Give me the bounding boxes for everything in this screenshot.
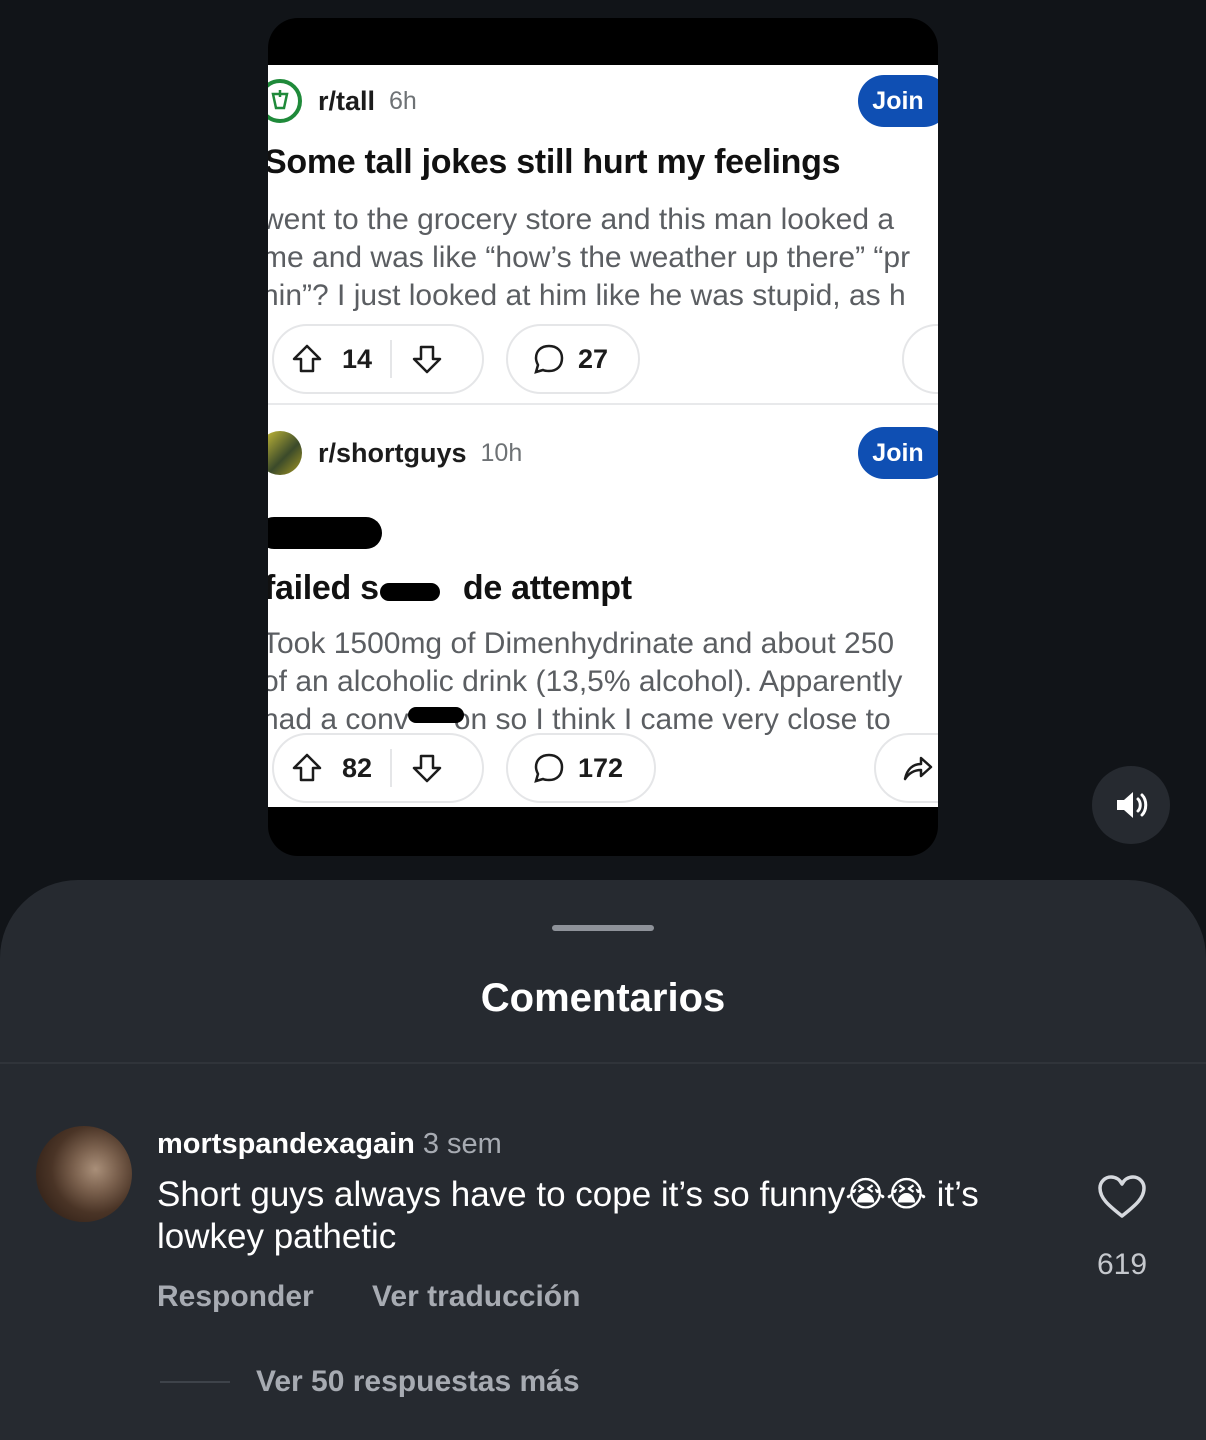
- post-shortguys: r/shortguys 10h Join failed s de attempt…: [268, 417, 938, 807]
- downvote-icon: [412, 345, 442, 374]
- share-pill: [902, 324, 938, 394]
- post-divider: [268, 403, 938, 405]
- post-body: Took 1500mg of Dimenhydrinate and about …: [268, 625, 938, 739]
- comment-icon: [534, 753, 564, 783]
- redaction-mark: [408, 707, 464, 723]
- comment-header: mortspandexagain 3 sem: [157, 1128, 502, 1161]
- heart-icon[interactable]: [1096, 1174, 1148, 1220]
- post-title: Some tall jokes still hurt my feelings: [268, 143, 841, 181]
- sound-toggle-button[interactable]: [1092, 766, 1170, 844]
- share-pill: [874, 733, 938, 803]
- comments-sheet[interactable]: Comentarios mortspandexagain 3 sem Short …: [0, 880, 1206, 1440]
- post-body-line: Took 1500mg of Dimenhydrinate and about …: [268, 627, 895, 660]
- reply-button[interactable]: Responder: [157, 1280, 314, 1313]
- media-viewer[interactable]: r/tall 6h Join Some tall jokes still hur…: [268, 18, 938, 856]
- comment-count: 27: [578, 343, 609, 374]
- comment-pill: 27: [506, 324, 640, 394]
- downvote-icon: [412, 754, 442, 783]
- share-icon: [903, 756, 933, 781]
- view-more-replies-button[interactable]: Ver 50 respuestas más: [256, 1365, 580, 1399]
- subreddit-icon: [268, 79, 302, 123]
- upvote-icon: [292, 344, 322, 373]
- sheet-title: Comentarios: [480, 976, 726, 1020]
- translate-button[interactable]: Ver traducción: [372, 1280, 580, 1313]
- post-tall: r/tall 6h Join Some tall jokes still hur…: [268, 65, 938, 405]
- redaction-mark: [380, 583, 440, 601]
- sheet-grab-handle[interactable]: [552, 925, 654, 931]
- join-button: Join: [858, 427, 938, 479]
- comment-username[interactable]: mortspandexagain: [157, 1128, 415, 1160]
- post-header: r/shortguys 10h: [268, 431, 523, 475]
- avatar[interactable]: [36, 1126, 132, 1222]
- post-time: 6h: [389, 86, 417, 115]
- subreddit-name: r/tall: [318, 85, 376, 116]
- comment-pill: 172: [506, 733, 656, 803]
- speaker-icon: [1117, 792, 1148, 818]
- reddit-screenshot: r/tall 6h Join Some tall jokes still hur…: [268, 65, 938, 807]
- comment-time: 3 sem: [422, 1128, 502, 1160]
- redaction-mark: [268, 517, 382, 549]
- upvote-icon: [292, 753, 322, 782]
- post-time: 10h: [480, 438, 523, 467]
- post-body-line: of an alcoholic drink (13,5% alcohol). A…: [268, 665, 903, 698]
- comment-count: 172: [578, 752, 624, 783]
- post-body: went to the grocery store and this man l…: [268, 201, 938, 315]
- replies-line: [160, 1381, 230, 1383]
- subreddit-icon: [268, 431, 302, 475]
- post-header: r/tall 6h: [268, 79, 417, 123]
- join-button: Join: [858, 75, 938, 127]
- upvote-count: 14: [342, 343, 373, 374]
- post-body-line: me and was like “how’s the weather up th…: [268, 241, 911, 274]
- upvote-count: 82: [342, 752, 373, 783]
- sheet-divider: [0, 1062, 1206, 1064]
- vote-pill: 82: [272, 733, 484, 803]
- like-count: 619: [1096, 1248, 1148, 1281]
- post-body-line: went to the grocery store and this man l…: [268, 203, 895, 236]
- subreddit-name: r/shortguys: [318, 437, 467, 468]
- vote-divider: [390, 749, 393, 787]
- comment-actions: Responder Ver traducción: [157, 1280, 630, 1314]
- comment-text: Short guys always have to cope it’s so f…: [157, 1175, 979, 1256]
- post-body-line: hin”? I just looked at him like he was s…: [268, 279, 906, 312]
- vote-pill: 14: [272, 324, 484, 394]
- comment-icon: [534, 344, 564, 374]
- vote-divider: [390, 340, 393, 378]
- post-title: failed s de attempt: [268, 569, 632, 607]
